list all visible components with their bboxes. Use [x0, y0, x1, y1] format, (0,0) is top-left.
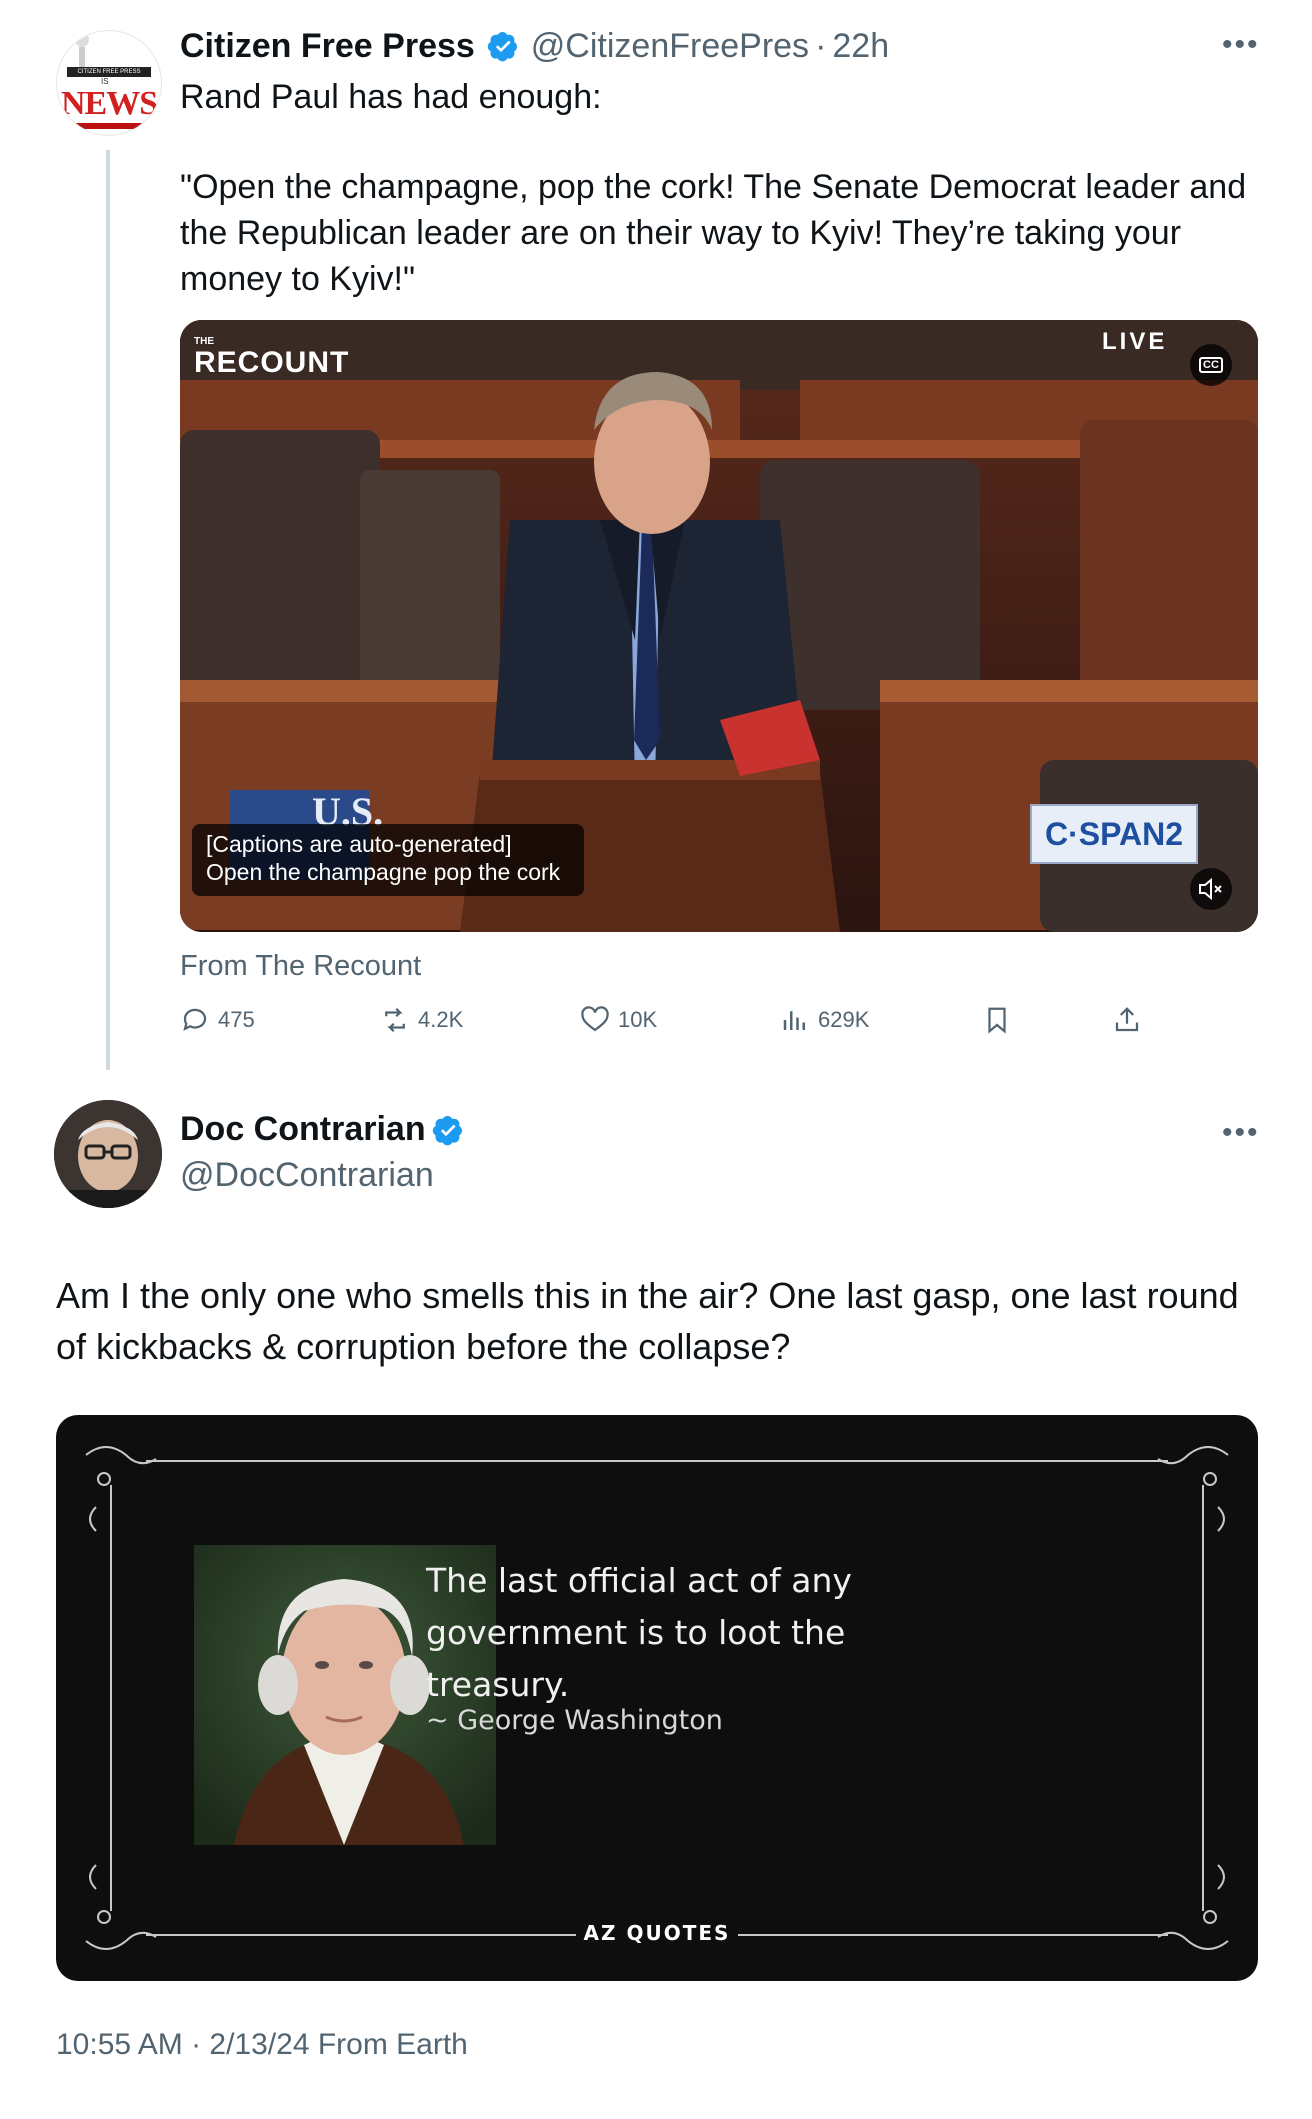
caption-box: [Captions are auto-generated] Open the c…: [192, 824, 584, 896]
reply-button[interactable]: 475: [180, 1005, 255, 1035]
more-options-icon[interactable]: •••: [1222, 1116, 1260, 1150]
verified-badge-icon: [487, 32, 517, 62]
tweet2-text: Am I the only one who smells this in the…: [56, 1275, 1239, 1367]
video-player[interactable]: THE RECOUNT LIVE CC C·SPAN2 U.S. [Captio…: [180, 320, 1258, 932]
thread-line: [106, 150, 110, 1070]
avatar-portrait: [54, 1100, 162, 1208]
repost-count: 4.2K: [418, 1007, 464, 1032]
share-icon: [1115, 1007, 1139, 1032]
tweet-timestamp[interactable]: 10:55 AM · 2/13/24 From Earth: [56, 2028, 468, 2062]
author-handle[interactable]: @CitizenFreePres: [531, 27, 809, 66]
avatar-citizen-free-press[interactable]: CITIZEN FREE PRESS IS NEWS: [56, 30, 162, 136]
quote-card-image[interactable]: The last official act of any government …: [56, 1415, 1258, 1981]
reply-icon: [183, 1008, 207, 1031]
live-label: LIVE: [1102, 328, 1168, 355]
verified-badge-icon: [432, 1115, 462, 1145]
tweet1-header: Citizen Free Press @CitizenFreePres · 22…: [180, 24, 1280, 68]
caption-line2: Open the champagne pop the cork: [206, 859, 561, 885]
author-name[interactable]: Doc Contrarian: [180, 1110, 426, 1149]
views-chart-icon: [783, 1011, 805, 1030]
azquotes-logo: AZ QUOTES: [583, 1921, 731, 1945]
tweet1-text-line1: Rand Paul has had enough:: [180, 78, 602, 116]
quote-attribution: ~ George Washington: [426, 1705, 723, 1736]
bookmark-button[interactable]: [982, 1005, 1012, 1035]
repost-icon: [385, 1007, 405, 1033]
cspan2-logo: C·SPAN2: [1030, 804, 1198, 864]
share-button[interactable]: [1112, 1005, 1142, 1035]
mute-button[interactable]: [1190, 868, 1232, 910]
caption-line1: [Captions are auto-generated]: [206, 831, 512, 857]
captions-toggle-button[interactable]: CC: [1190, 344, 1232, 386]
cc-icon: CC: [1199, 357, 1223, 373]
repost-button[interactable]: 4.2K: [380, 1005, 463, 1035]
bookmark-icon: [988, 1007, 1006, 1034]
more-options-icon[interactable]: •••: [1222, 28, 1260, 62]
author-name[interactable]: Citizen Free Press: [180, 27, 475, 66]
views-count: 629K: [818, 1007, 870, 1032]
tweet2-header: Doc Contrarian: [180, 1110, 464, 1149]
avatar-banner: CITIZEN FREE PRESS: [67, 67, 151, 77]
tweet-time[interactable]: 22h: [832, 27, 889, 66]
avatar-news-text: NEWS: [61, 85, 158, 122]
quote-text: The last official act of any government …: [426, 1561, 852, 1704]
like-button[interactable]: 10K: [580, 1005, 657, 1035]
tweet1-quote-text: "Open the champagne, pop the cork! The S…: [180, 168, 1247, 298]
volume-muted-icon: [1199, 878, 1222, 900]
author-handle[interactable]: @DocContrarian: [180, 1156, 434, 1195]
avatar-doc-contrarian[interactable]: [54, 1100, 162, 1208]
like-count: 10K: [618, 1007, 658, 1032]
separator-dot: ·: [815, 26, 827, 65]
video-source[interactable]: From The Recount: [180, 950, 421, 983]
views-button[interactable]: 629K: [780, 1005, 869, 1035]
heart-icon: [581, 1006, 609, 1032]
reply-count: 475: [218, 1007, 255, 1032]
recount-logo: RECOUNT: [194, 346, 350, 379]
